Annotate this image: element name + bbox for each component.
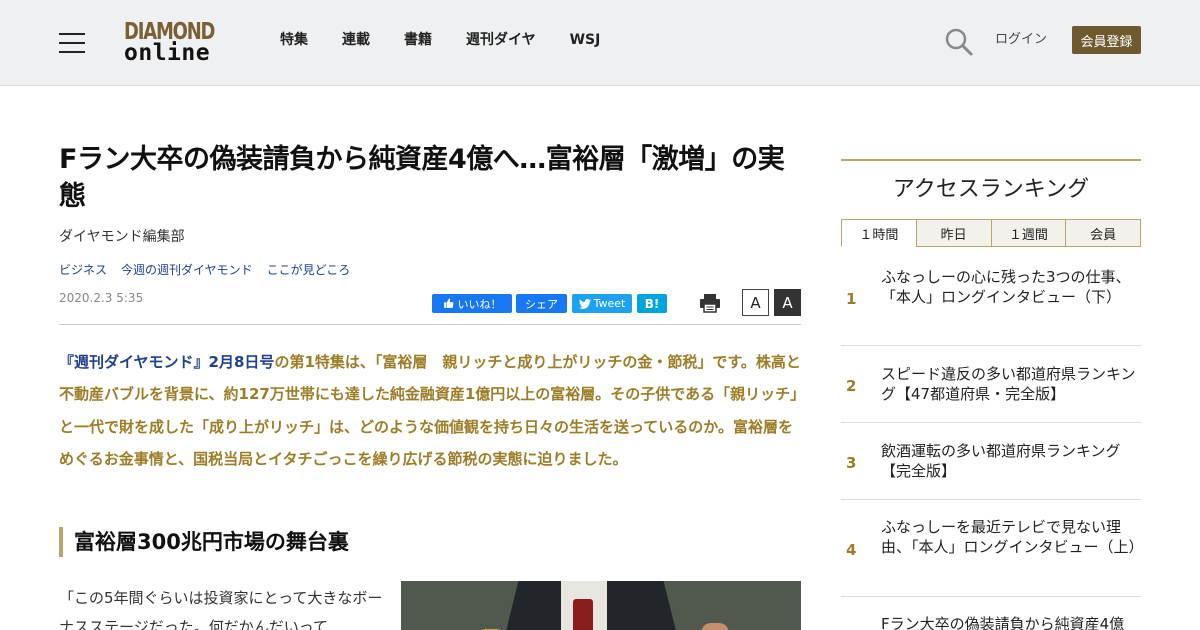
thumbs-up-icon bbox=[443, 298, 453, 308]
site-logo[interactable]: DIAMOND online bbox=[124, 20, 228, 66]
tab-1-week[interactable]: １週間 bbox=[990, 219, 1067, 247]
ranking-text: スピード違反の多い都道府県ランキング【47都道府県・完全版】 bbox=[881, 365, 1136, 403]
article-author[interactable]: ダイヤモンド編集部 bbox=[59, 228, 185, 246]
ranking-item[interactable]: 2 スピード違反の多い都道府県ランキング【47都道府県・完全版】 bbox=[841, 346, 1141, 423]
hatena-bookmark-button[interactable]: B! bbox=[637, 294, 667, 313]
ranking-text: ふなっしーを最近テレビで見ない理由、「本人」ロングインタビュー（上） bbox=[881, 518, 1144, 556]
ranking-text: 飲酒運転の多い都道府県ランキング【完全版】 bbox=[881, 442, 1121, 480]
article-title: Fラン大卒の偽装請負から純資産4億へ…富裕層「激増」の実態 bbox=[59, 144, 785, 212]
nav-item-series[interactable]: 連載 bbox=[342, 31, 370, 51]
ranking-text: Fラン大卒の偽装請負から純資産4億へ…富裕層「激増」の実態 bbox=[881, 615, 1125, 630]
ranking-item[interactable]: 3 飲酒運転の多い都道府県ランキング【完全版】 bbox=[841, 423, 1141, 500]
article-date: 2020.2.3 5:35 bbox=[59, 291, 144, 305]
ranking-tabs: １時間 昨日 １週間 会員 bbox=[841, 219, 1141, 247]
tag-link[interactable]: 今週の週刊ダイヤモンド bbox=[121, 262, 253, 278]
nav-item-feature[interactable]: 特集 bbox=[280, 31, 308, 51]
ranking-number: 2 bbox=[846, 377, 857, 395]
ranking-number: 3 bbox=[846, 454, 857, 472]
facebook-share-button[interactable]: シェア bbox=[516, 294, 567, 313]
ranking-title: アクセスランキング bbox=[892, 177, 1090, 202]
tag-link[interactable]: ビジネス bbox=[59, 262, 107, 278]
logo-online-text: online bbox=[124, 40, 211, 66]
tab-members[interactable]: 会員 bbox=[1065, 219, 1141, 247]
facebook-like-button[interactable]: いいね！ bbox=[432, 294, 512, 313]
menu-icon[interactable] bbox=[59, 31, 85, 53]
font-size-small-button[interactable]: A bbox=[742, 289, 769, 316]
article-subheading: 富裕層300兆円市場の舞台裏 bbox=[59, 527, 801, 557]
font-size-large-button[interactable]: A bbox=[774, 289, 801, 316]
article-lead: 『週刊ダイヤモンド』2月8日号の第1特集は、「富裕層 親リッチと成り上がリッチの… bbox=[59, 346, 801, 476]
nav-item-wsj[interactable]: WSJ bbox=[570, 31, 601, 51]
ranking-text: ふなっしーの心に残った3つの仕事、「本人」ロングインタビュー（下） bbox=[881, 268, 1131, 306]
lead-magazine-link[interactable]: 『週刊ダイヤモンド』2月8日号 bbox=[59, 353, 274, 371]
tweet-button[interactable]: Tweet bbox=[572, 294, 632, 313]
twitter-bird-icon bbox=[578, 298, 591, 309]
login-link[interactable]: ログイン bbox=[995, 31, 1047, 49]
ranking-item[interactable]: 1 ふなっしーの心に残った3つの仕事、「本人」ロングインタビュー（下） bbox=[841, 247, 1141, 346]
print-icon[interactable] bbox=[699, 292, 721, 314]
article-tags: ビジネス 今週の週刊ダイヤモンド ここが見どころ bbox=[59, 262, 364, 278]
divider bbox=[59, 324, 801, 325]
main-nav: 特集 連載 書籍 週刊ダイヤ WSJ bbox=[280, 31, 634, 51]
ranking-number: 4 bbox=[846, 541, 857, 559]
tab-yesterday[interactable]: 昨日 bbox=[915, 219, 992, 247]
article-photo bbox=[401, 581, 801, 630]
site-header: DIAMOND online 特集 連載 書籍 週刊ダイヤ WSJ ログイン 会… bbox=[0, 0, 1200, 86]
sidebar-divider bbox=[841, 159, 1141, 161]
nav-item-weekly-diamond[interactable]: 週刊ダイヤ bbox=[466, 31, 536, 51]
ranking-item[interactable]: 5 Fラン大卒の偽装請負から純資産4億へ…富裕層「激増」の実態 bbox=[841, 597, 1141, 630]
search-icon[interactable] bbox=[944, 27, 974, 57]
tag-link[interactable]: ここが見どころ bbox=[267, 262, 351, 278]
facebook-like-label: いいね！ bbox=[457, 297, 502, 311]
register-button[interactable]: 会員登録 bbox=[1072, 26, 1141, 54]
tab-1-hour[interactable]: １時間 bbox=[841, 219, 917, 247]
nav-item-books[interactable]: 書籍 bbox=[404, 31, 432, 51]
tweet-label: Tweet bbox=[593, 297, 626, 310]
article-body-text: 「この5年間ぐらいは投資家にとって大きなボーナスステージだった。何だかんだいって bbox=[59, 589, 383, 630]
ranking-number: 1 bbox=[846, 290, 857, 308]
ranking-item[interactable]: 4 ふなっしーを最近テレビで見ない理由、「本人」ロングインタビュー（上） bbox=[841, 500, 1144, 597]
